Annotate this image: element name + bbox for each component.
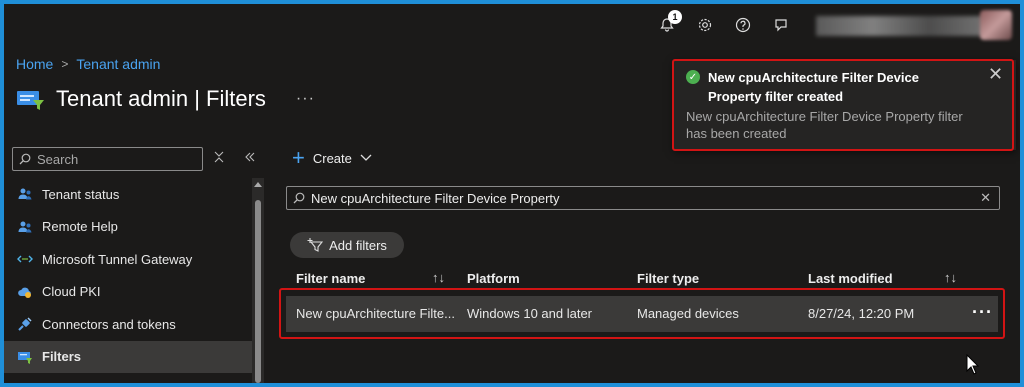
help-icon[interactable] — [732, 14, 754, 36]
filter-search-value: New cpuArchitecture Filter Device Proper… — [311, 190, 560, 206]
column-header-platform[interactable]: Platform — [467, 271, 520, 286]
avatar[interactable] — [980, 10, 1012, 40]
cell-last-modified: 8/27/24, 12:20 PM — [808, 306, 915, 321]
sidebar-item-label: Remote Help — [42, 219, 118, 235]
search-icon — [19, 153, 31, 165]
column-header-filter-type[interactable]: Filter type — [637, 271, 699, 286]
page-title: Tenant admin | Filters — [56, 86, 266, 111]
plus-icon: + — [292, 145, 305, 170]
sidebar-search-input[interactable] — [37, 151, 187, 167]
filter-search-input[interactable]: New cpuArchitecture Filter Device Proper… — [286, 186, 1000, 210]
breadcrumb-tenant-admin[interactable]: Tenant admin — [76, 56, 160, 72]
collapse-sidebar-icon[interactable] — [244, 150, 256, 166]
top-bar: 1 — [4, 4, 1020, 44]
collapse-search-icon[interactable] — [214, 150, 224, 166]
sidebar-item-connectors-and-tokens[interactable]: Connectors and tokens — [4, 308, 252, 341]
sidebar-scrollbar[interactable] — [252, 178, 264, 383]
breadcrumb: Home > Tenant admin — [16, 56, 160, 72]
column-header-last-modified[interactable]: Last modified — [808, 271, 893, 286]
sidebar-item-remote-help[interactable]: Remote Help — [4, 211, 252, 244]
cell-platform: Windows 10 and later — [467, 306, 593, 321]
notification-toast: ✓ New cpuArchitecture Filter Device Prop… — [674, 60, 1016, 150]
add-filters-button[interactable]: Add filters — [290, 232, 404, 258]
breadcrumb-home[interactable]: Home — [16, 56, 53, 72]
create-label: Create — [312, 150, 352, 166]
more-options-button[interactable]: ··· — [296, 90, 315, 108]
bell-icon[interactable]: 1 — [656, 10, 682, 36]
column-header-filter-name[interactable]: Filter name — [296, 271, 365, 286]
page-header: Tenant admin | Filters ··· — [16, 86, 315, 112]
toast-title: New cpuArchitecture Filter Device Proper… — [708, 70, 919, 104]
scrollbar-thumb[interactable] — [255, 200, 261, 383]
tunnel-icon — [16, 250, 34, 268]
chevron-right-icon: > — [61, 57, 69, 71]
chevron-down-icon — [360, 154, 372, 161]
sidebar-item-label: Filters — [42, 349, 82, 365]
filter-blade-icon — [16, 87, 46, 111]
scroll-up-icon[interactable] — [254, 182, 262, 187]
toast-body: New cpuArchitecture Filter Device Proper… — [686, 109, 963, 141]
people-icon — [16, 218, 34, 236]
sidebar-menu: Tenant status Remote Help Microsoft Tunn… — [4, 178, 252, 373]
cell-filter-type: Managed devices — [637, 306, 739, 321]
sidebar-search-box[interactable] — [12, 147, 203, 171]
success-check-icon: ✓ — [686, 70, 700, 84]
sidebar-item-label: Cloud PKI — [42, 284, 101, 300]
mouse-cursor-icon — [966, 354, 980, 375]
portal-frame: 1 Home > Tenant admin Tenant admin | Fil… — [4, 4, 1020, 383]
cell-filter-name[interactable]: New cpuArchitecture Filte... — [296, 306, 455, 321]
sidebar-item-cloud-pki[interactable]: Cloud PKI — [4, 276, 252, 309]
sort-icon[interactable]: ↑↓ — [432, 270, 445, 285]
sidebar-item-tenant-status[interactable]: Tenant status — [4, 178, 252, 211]
add-filters-label: Add filters — [329, 237, 387, 253]
gear-icon[interactable] — [694, 14, 716, 36]
people-icon — [16, 185, 34, 203]
sidebar-item-label: Tenant status — [42, 186, 120, 202]
sort-icon[interactable]: ↑↓ — [944, 270, 957, 285]
plug-icon — [16, 315, 34, 333]
close-icon[interactable]: ✕ — [988, 64, 1003, 85]
create-button[interactable]: + Create — [292, 145, 372, 170]
search-icon — [293, 192, 305, 204]
filter-icon — [16, 348, 34, 366]
feedback-icon[interactable] — [770, 14, 792, 36]
sidebar-item-label: Connectors and tokens — [42, 316, 176, 332]
notification-badge: 1 — [668, 10, 682, 24]
add-filter-icon — [307, 238, 324, 252]
user-account-name[interactable] — [816, 16, 986, 36]
row-more-button[interactable]: ··· — [972, 302, 993, 323]
sidebar-item-filters[interactable]: Filters — [4, 340, 252, 373]
clear-search-icon[interactable]: ✕ — [980, 190, 991, 206]
sidebar-item-microsoft-tunnel-gateway[interactable]: Microsoft Tunnel Gateway — [4, 243, 252, 276]
cloud-icon — [16, 283, 34, 301]
sidebar-item-label: Microsoft Tunnel Gateway — [42, 251, 193, 267]
